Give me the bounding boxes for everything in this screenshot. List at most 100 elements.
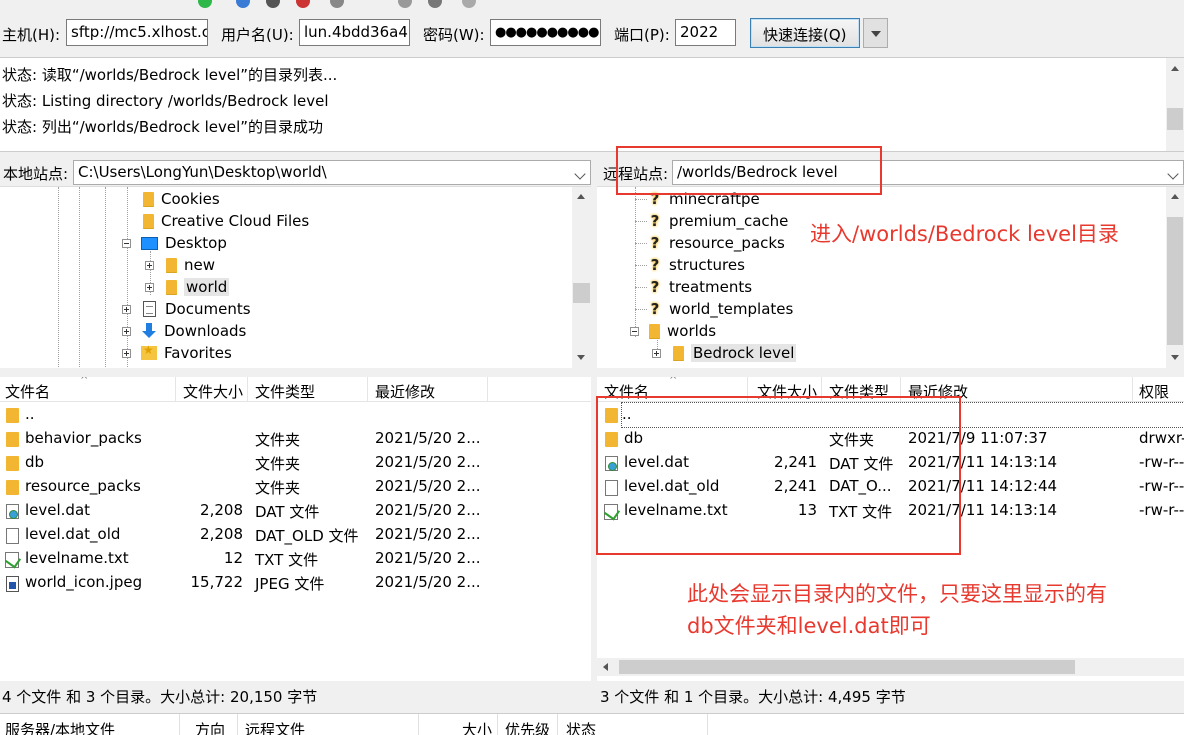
expand-icon[interactable] — [145, 283, 154, 292]
filter-icon[interactable] — [398, 0, 412, 8]
folder-icon — [6, 456, 19, 471]
file-row[interactable]: resource_packs 文件夹 2021/5/20 2... — [0, 475, 591, 499]
username-input[interactable]: lun.4bdd36a4 — [299, 19, 410, 46]
tree-node-resource-packs[interactable]: ? resource_packs — [647, 232, 785, 254]
tree-node-cookies[interactable]: Cookies — [143, 188, 220, 210]
tree-node-world-templates[interactable]: ? world_templates — [647, 298, 794, 320]
local-tree-scrollbar[interactable] — [572, 187, 591, 368]
expand-icon[interactable] — [145, 261, 154, 270]
log-line: 状态: Listing directory /worlds/Bedrock le… — [2, 92, 329, 110]
chevron-down-icon[interactable] — [1167, 168, 1179, 180]
file-row[interactable]: world_icon.jpeg 15,722 JPEG 文件 2021/5/20… — [0, 571, 591, 595]
queue-col-status[interactable]: 状态 — [566, 719, 596, 735]
log-scrollbar[interactable] — [1166, 58, 1184, 151]
annotation-box-remote-path — [616, 146, 882, 195]
password-label: 密码(W): — [423, 26, 485, 44]
tree-node-bedrock-level[interactable]: Bedrock level — [673, 342, 797, 364]
queue-col-priority[interactable]: 优先级 — [505, 719, 550, 735]
remote-status: 3 个文件 和 1 个目录。大小总计: 4,495 字节 — [597, 682, 1184, 706]
unknown-folder-icon: ? — [650, 300, 660, 318]
expand-icon[interactable] — [122, 327, 131, 336]
queue-col-size[interactable]: 大小 — [462, 719, 492, 735]
scroll-left-icon[interactable] — [603, 663, 608, 671]
reconnect-icon[interactable] — [330, 0, 344, 8]
sort-ascending-icon: ^ — [669, 377, 678, 386]
scroll-down-icon[interactable] — [1171, 355, 1179, 360]
queue-col-server[interactable]: 服务器/本地文件 — [5, 719, 115, 735]
host-input[interactable]: sftp://mc5.xlhost.c — [66, 19, 208, 46]
remote-tree: ? minecraftpe ? premium_cache ? resource_pa… — [597, 186, 1184, 368]
toolbar — [0, 0, 1184, 10]
col-header-permissions[interactable]: 权限 — [1139, 381, 1169, 402]
tree-node-desktop[interactable]: Desktop — [141, 232, 227, 254]
folder-icon — [673, 345, 684, 361]
folder-icon — [649, 323, 660, 339]
tree-node-treatments[interactable]: ? treatments — [647, 276, 752, 298]
tree-node-world[interactable]: world — [166, 276, 230, 298]
quickconnect-bar: 主机(H): sftp://mc5.xlhost.c 用户名(U): lun.4… — [0, 10, 1184, 56]
password-input[interactable]: ●●●●●●●●●● — [490, 19, 601, 46]
compare-icon[interactable] — [462, 0, 476, 8]
annotation-box-files — [596, 396, 961, 555]
tree-node-structures[interactable]: ? structures — [647, 254, 745, 276]
scroll-up-icon[interactable] — [577, 194, 585, 199]
file-row[interactable]: levelname.txt 12 TXT 文件 2021/5/20 2... — [0, 547, 591, 571]
local-path-combo[interactable]: C:\Users\LongYun\Desktop\world\ — [73, 160, 591, 185]
col-header-modified[interactable]: 最近修改 — [375, 381, 435, 402]
tree-node-favorites[interactable]: Favorites — [141, 342, 232, 364]
scroll-up-icon[interactable] — [1171, 66, 1179, 71]
documents-icon — [143, 301, 156, 317]
port-input[interactable]: 2022 — [675, 19, 736, 46]
tree-node-worlds[interactable]: worlds — [649, 320, 716, 342]
tree-node-downloads[interactable]: Downloads — [141, 320, 246, 342]
tree-node-documents[interactable]: Documents — [143, 298, 251, 320]
scroll-thumb[interactable] — [573, 283, 590, 303]
file-row[interactable]: level.dat_old 2,208 DAT_OLD 文件 2021/5/20… — [0, 523, 591, 547]
collapse-icon[interactable] — [630, 327, 639, 336]
search-icon[interactable] — [428, 0, 442, 8]
annotation-enter-dir: 进入/worlds/Bedrock level目录 — [810, 222, 1119, 246]
cancel-icon[interactable] — [266, 0, 280, 8]
scroll-down-icon[interactable] — [577, 355, 585, 360]
quickconnect-button[interactable]: 快速连接(Q) — [750, 18, 860, 48]
dat-file-icon — [6, 504, 19, 519]
scroll-thumb[interactable] — [1167, 217, 1183, 345]
unknown-folder-icon: ? — [650, 234, 660, 252]
scroll-thumb[interactable] — [1167, 108, 1183, 130]
log-line: 状态: 列出“/worlds/Bedrock level”的目录成功 — [2, 118, 324, 136]
queue-col-direction[interactable]: 方向 — [195, 719, 225, 735]
file-row[interactable]: .. — [0, 403, 591, 427]
col-header-type[interactable]: 文件类型 — [255, 381, 315, 402]
remote-tree-scrollbar[interactable] — [1166, 187, 1184, 368]
host-label: 主机(H): — [2, 26, 61, 44]
col-header-size[interactable]: 文件大小 — [183, 381, 243, 402]
remote-list-hscrollbar[interactable] — [597, 658, 1184, 676]
folder-icon — [166, 279, 177, 295]
file-row[interactable]: behavior_packs 文件夹 2021/5/20 2... — [0, 427, 591, 451]
tree-node-creative-cloud[interactable]: Creative Cloud Files — [143, 210, 309, 232]
tree-node-premium-cache[interactable]: ? premium_cache — [647, 210, 789, 232]
quickconnect-dropdown[interactable] — [863, 18, 888, 48]
download-icon — [141, 323, 157, 339]
expand-icon[interactable] — [122, 349, 131, 358]
file-row[interactable]: level.dat 2,208 DAT 文件 2021/5/20 2... — [0, 499, 591, 523]
text-file-icon — [5, 552, 19, 568]
folder-icon — [166, 257, 177, 273]
file-row[interactable]: db 文件夹 2021/5/20 2... — [0, 451, 591, 475]
process-queue-icon[interactable] — [236, 0, 250, 8]
refresh-icon[interactable] — [198, 0, 212, 8]
disconnect-icon[interactable] — [296, 0, 310, 8]
queue-header: 服务器/本地文件 方向 远程文件 大小 优先级 状态 — [0, 713, 1184, 735]
expand-icon[interactable] — [122, 305, 131, 314]
annotation-note-line2: db文件夹和level.dat即可 — [687, 614, 931, 638]
collapse-icon[interactable] — [122, 239, 131, 248]
tree-node-new[interactable]: new — [166, 254, 215, 276]
message-log: 状态: 读取“/worlds/Bedrock level”的目录列表... 状态… — [0, 57, 1184, 152]
scroll-thumb[interactable] — [619, 660, 1075, 674]
image-file-icon — [6, 576, 19, 592]
col-header-name[interactable]: 文件名 — [5, 381, 50, 402]
expand-icon[interactable] — [652, 349, 661, 358]
scroll-up-icon[interactable] — [1171, 194, 1179, 199]
chevron-down-icon[interactable] — [574, 168, 586, 180]
queue-col-remote[interactable]: 远程文件 — [245, 719, 305, 735]
